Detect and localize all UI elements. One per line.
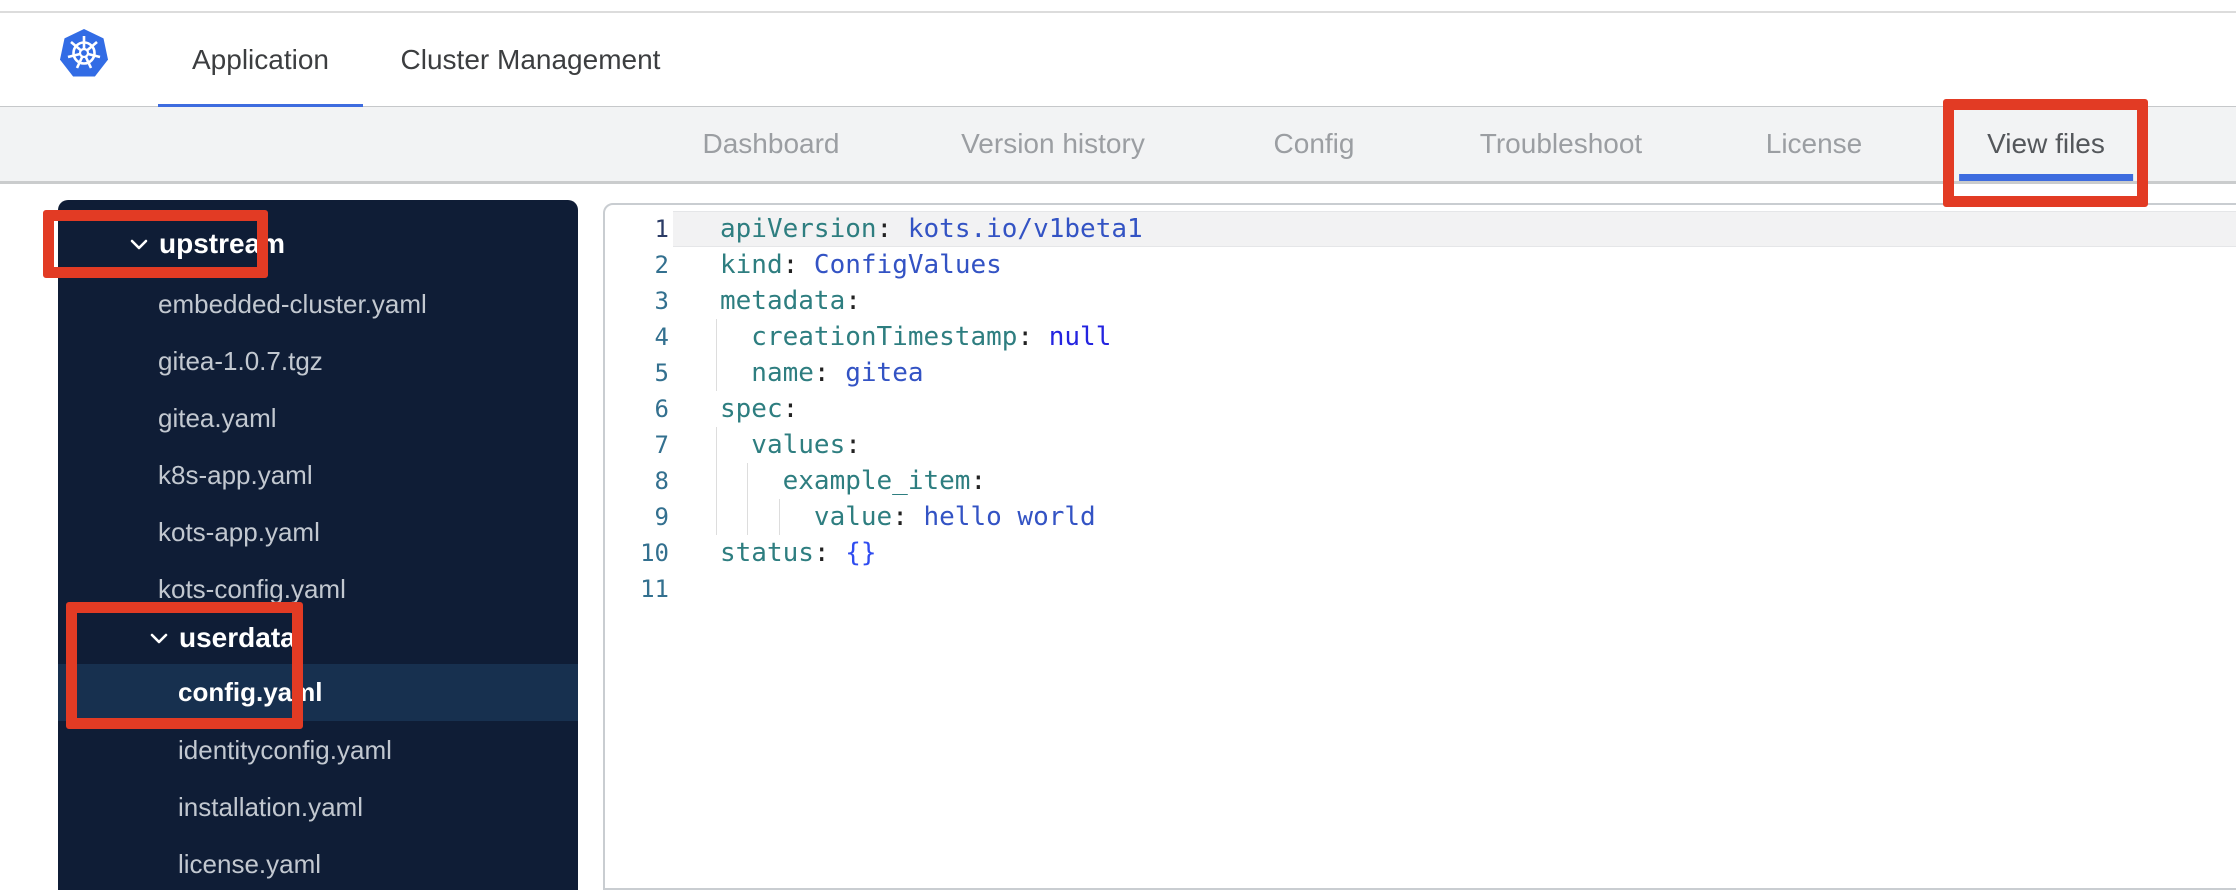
tab-cluster-management[interactable]: Cluster Management <box>398 13 663 106</box>
code-line-7: 7 values: <box>605 427 2236 463</box>
subnav-tab-troubleshoot[interactable]: Troubleshoot <box>1452 107 1670 181</box>
code-line-10: 10 status: {} <box>605 535 2236 571</box>
code-text: kind: ConfigValues <box>720 250 1002 280</box>
tree-item-label: gitea-1.0.7.tgz <box>158 345 323 376</box>
tree-folder-upstream[interactable]: upstream <box>58 216 578 273</box>
kots-admin-console: { "colors": { "accent_blue": "#3e6cdf", … <box>0 0 2236 890</box>
tree-file-gitea.yaml[interactable]: gitea.yaml <box>58 390 578 447</box>
line-number: 4 <box>654 323 669 351</box>
line-number: 5 <box>654 359 669 387</box>
subnav-tab-label: Version history <box>961 128 1145 159</box>
line-number: 9 <box>654 503 669 531</box>
tree-item-label: k8s-app.yaml <box>158 459 313 490</box>
tree-item-label: kots-app.yaml <box>158 516 320 547</box>
line-number: 6 <box>654 395 669 423</box>
file-content-editor[interactable]: 1 apiVersion: kots.io/v1beta1 2 kind: Confi… <box>603 203 2236 890</box>
tree-item-label: gitea.yaml <box>158 402 277 433</box>
subnav-tab-label: Troubleshoot <box>1479 128 1643 159</box>
code-line-6: 6 spec: <box>605 391 2236 427</box>
tree-file-kots-app.yaml[interactable]: kots-app.yaml <box>58 504 578 561</box>
tree-item-label: identityconfig.yaml <box>178 734 392 765</box>
app-subnav: Dashboard Version history Config Troublesho… <box>0 107 2236 184</box>
line-number: 10 <box>640 539 669 567</box>
tree-item-label: config.yaml <box>178 676 323 707</box>
code-line-4: 4 creationTimestamp: null <box>605 319 2236 355</box>
code-text: spec: <box>720 394 799 424</box>
tree-item-label: installation.yaml <box>178 791 363 822</box>
code-text: metadata: <box>720 286 861 316</box>
code-line-11: 11 <box>605 571 2236 607</box>
code-text: example_item: <box>720 466 987 496</box>
kubernetes-logo-icon <box>60 28 108 82</box>
code-text: creationTimestamp: null <box>720 322 1112 352</box>
file-tree-sidebar: upstream embedded-cluster.yaml gitea-1.0.7… <box>58 200 578 890</box>
code-text: status: {} <box>720 538 877 568</box>
line-number: 8 <box>654 467 669 495</box>
tree-item-label: upstream <box>159 228 286 259</box>
code-text: value: hello world <box>720 502 1096 532</box>
tab-application-label: Application <box>192 43 329 75</box>
tree-file-installation.yaml[interactable]: installation.yaml <box>58 779 578 836</box>
tree-file-config.yaml[interactable]: config.yaml <box>58 663 578 721</box>
indent-guide <box>716 355 717 391</box>
tree-file-identityconfig.yaml[interactable]: identityconfig.yaml <box>58 722 578 779</box>
tree-item-label: embedded-cluster.yaml <box>158 288 427 319</box>
subnav-tab-label: License <box>1765 128 1863 159</box>
tab-application[interactable]: Application <box>158 13 363 111</box>
code-line-3: 3 metadata: <box>605 283 2236 319</box>
chevron-down-icon <box>130 239 150 250</box>
code-line-9: 9 value: hello world <box>605 499 2236 535</box>
line-number: 11 <box>640 575 669 603</box>
chevron-down-icon <box>150 633 170 644</box>
indent-guide <box>716 463 717 499</box>
line-number: 3 <box>654 287 669 315</box>
tree-item-label: license.yaml <box>178 848 322 879</box>
subnav-tab-version-history[interactable]: Version history <box>933 107 1173 181</box>
code-line-8: 8 example_item: <box>605 463 2236 499</box>
active-tab-underline <box>1959 174 2133 181</box>
app-header: Application Cluster Management <box>0 13 2236 111</box>
tree-item-label: userdata <box>179 622 296 653</box>
code-text: apiVersion: kots.io/v1beta1 <box>720 214 1143 244</box>
tree-folder-userdata[interactable]: userdata <box>58 610 578 667</box>
indent-guide <box>716 319 717 355</box>
code-line-5: 5 name: gitea <box>605 355 2236 391</box>
code-line-2: 2 kind: ConfigValues <box>605 247 2236 283</box>
subnav-tab-label: View files <box>1987 128 2105 159</box>
tree-item-label: kots-config.yaml <box>158 573 346 604</box>
indent-guide <box>716 499 717 535</box>
code-text: values: <box>720 430 861 460</box>
tree-file-gitea-1.0.7.tgz[interactable]: gitea-1.0.7.tgz <box>58 333 578 390</box>
subnav-tab-label: Config <box>1273 128 1355 159</box>
subnav-tab-dashboard[interactable]: Dashboard <box>675 107 868 181</box>
subnav-tab-view-files[interactable]: View files <box>1959 107 2133 181</box>
code-text: name: gitea <box>720 358 924 388</box>
code-line-1: 1 apiVersion: kots.io/v1beta1 <box>605 211 2236 247</box>
tab-cluster-management-label: Cluster Management <box>400 43 661 75</box>
tree-file-license.yaml[interactable]: license.yaml <box>58 836 578 893</box>
subnav-tab-license[interactable]: License <box>1738 107 1891 181</box>
line-number: 7 <box>654 431 669 459</box>
line-number: 1 <box>654 215 669 243</box>
subnav-tab-config[interactable]: Config <box>1246 107 1383 181</box>
line-number: 2 <box>654 251 669 279</box>
subnav-tab-label: Dashboard <box>702 128 840 159</box>
indent-guide <box>716 427 717 463</box>
tree-file-k8s-app.yaml[interactable]: k8s-app.yaml <box>58 447 578 504</box>
tree-file-embedded-cluster.yaml[interactable]: embedded-cluster.yaml <box>58 276 578 333</box>
